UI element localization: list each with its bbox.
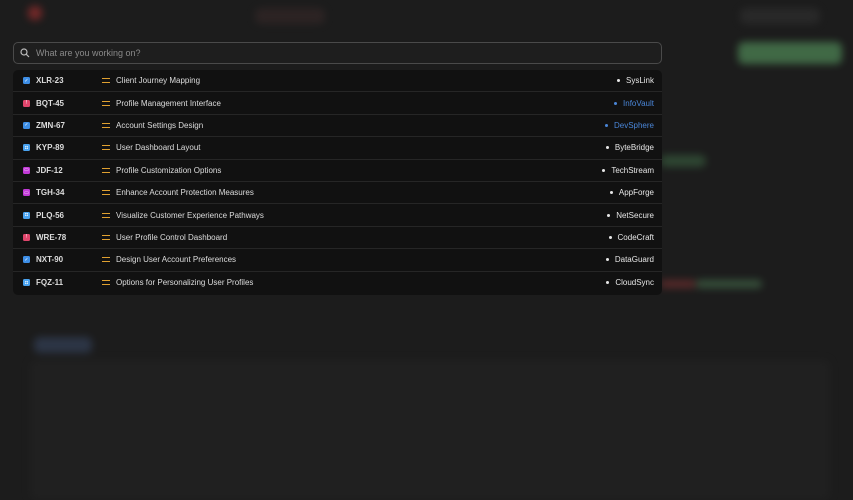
result-item[interactable]: ✓ NXT-90 Design User Account Preferences… xyxy=(13,249,662,272)
project-dot-icon xyxy=(606,281,610,285)
priority-medium-icon xyxy=(102,190,110,196)
bug-type-icon: ! xyxy=(23,233,30,241)
issue-title: Profile Management Interface xyxy=(116,98,221,108)
issue-title: User Profile Control Dashboard xyxy=(116,232,228,242)
search-icon xyxy=(20,48,30,58)
issue-title: Options for Personalizing User Profiles xyxy=(116,278,254,288)
result-item[interactable]: ✓ ZMN-67 Account Settings Design DevSphe… xyxy=(13,115,662,138)
bug-type-icon: ! xyxy=(23,99,30,107)
project-name: DataGuard xyxy=(614,255,654,265)
issue-id: PLQ-56 xyxy=(36,210,65,220)
result-item[interactable]: ◘ FQZ-11 Options for Personalizing User … xyxy=(13,272,662,294)
project-name: InfoVault xyxy=(623,98,654,108)
issue-title: User Dashboard Layout xyxy=(116,143,201,153)
result-item[interactable]: ◘ KYP-89 User Dashboard Layout ByteBridg… xyxy=(13,137,662,160)
issue-title: Client Journey Mapping xyxy=(116,76,201,86)
project-name: AppForge xyxy=(618,188,654,198)
issue-id: FQZ-11 xyxy=(36,278,64,288)
issue-title: Design User Account Preferences xyxy=(116,255,237,265)
issue-title: Account Settings Design xyxy=(116,120,204,130)
project-label: TechStream xyxy=(602,166,654,175)
project-label: DevSphere xyxy=(604,120,654,130)
story-type-icon: ◘ xyxy=(23,144,30,152)
story-type-icon: ◘ xyxy=(23,279,30,287)
feature-type-icon: ▭ xyxy=(23,166,30,174)
priority-medium-icon xyxy=(102,122,110,128)
result-item[interactable]: ◘ PLQ-56 Visualize Customer Experience P… xyxy=(13,204,662,227)
task-type-icon: ✓ xyxy=(23,256,30,264)
project-label: AppForge xyxy=(609,188,654,198)
result-item[interactable]: ! BQT-45 Profile Management Interface In… xyxy=(13,92,662,115)
project-dot-icon xyxy=(609,191,613,195)
project-label: DataGuard xyxy=(605,255,654,265)
project-label: InfoVault xyxy=(614,99,654,108)
project-dot-icon xyxy=(602,168,606,172)
priority-medium-icon xyxy=(102,145,110,151)
priority-medium-icon xyxy=(102,257,110,263)
issue-id: ZMN-67 xyxy=(36,120,65,130)
project-dot-icon xyxy=(608,235,612,239)
search-input[interactable] xyxy=(36,48,636,58)
project-dot-icon xyxy=(607,213,611,217)
issue-id: TGH-34 xyxy=(36,188,65,198)
issue-id: NXT-90 xyxy=(36,255,64,265)
search-results-list: ✓ XLR-23 Client Journey Mapping SysLink!… xyxy=(13,70,662,295)
issue-id: JDF-12 xyxy=(36,165,63,175)
result-item[interactable]: ▭ TGH-34 Enhance Account Protection Meas… xyxy=(13,182,662,205)
project-name: NetSecure xyxy=(616,210,654,220)
priority-medium-icon xyxy=(102,234,110,240)
project-name: TechStream xyxy=(611,165,654,175)
project-name: CodeCraft xyxy=(617,232,654,242)
issue-id: XLR-23 xyxy=(36,76,64,86)
project-dot-icon xyxy=(616,79,620,83)
search-bar[interactable] xyxy=(13,42,662,64)
project-name: DevSphere xyxy=(613,120,654,130)
project-dot-icon xyxy=(614,101,618,105)
task-type-icon: ✓ xyxy=(23,77,30,85)
result-item[interactable]: ! WRE-78 User Profile Control Dashboard … xyxy=(13,227,662,250)
task-type-icon: ✓ xyxy=(23,121,30,129)
project-dot-icon xyxy=(605,146,609,150)
priority-medium-icon xyxy=(102,78,110,84)
priority-medium-icon xyxy=(102,100,110,106)
priority-medium-icon xyxy=(102,167,110,173)
priority-medium-icon xyxy=(102,212,110,218)
project-label: CloudSync xyxy=(606,278,654,287)
project-dot-icon xyxy=(604,123,608,127)
issue-title: Enhance Account Protection Measures xyxy=(116,188,254,198)
issue-title: Visualize Customer Experience Pathways xyxy=(116,210,264,220)
issue-id: KYP-89 xyxy=(36,143,65,153)
project-name: CloudSync xyxy=(615,278,654,288)
project-name: ByteBridge xyxy=(614,143,654,153)
issue-title: Profile Customization Options xyxy=(116,165,222,175)
feature-type-icon: ▭ xyxy=(23,189,30,197)
issue-id: BQT-45 xyxy=(36,98,65,108)
result-item[interactable]: ✓ XLR-23 Client Journey Mapping SysLink xyxy=(13,70,662,93)
project-label: NetSecure xyxy=(607,211,654,220)
project-dot-icon xyxy=(605,258,609,262)
project-label: CodeCraft xyxy=(608,232,654,242)
project-label: ByteBridge xyxy=(605,143,654,153)
story-type-icon: ◘ xyxy=(23,211,30,219)
project-name: SysLink xyxy=(625,76,654,86)
priority-medium-icon xyxy=(102,280,110,286)
issue-id: WRE-78 xyxy=(36,232,67,242)
result-item[interactable]: ▭ JDF-12 Profile Customization Options T… xyxy=(13,160,662,182)
project-label: SysLink xyxy=(616,76,654,86)
